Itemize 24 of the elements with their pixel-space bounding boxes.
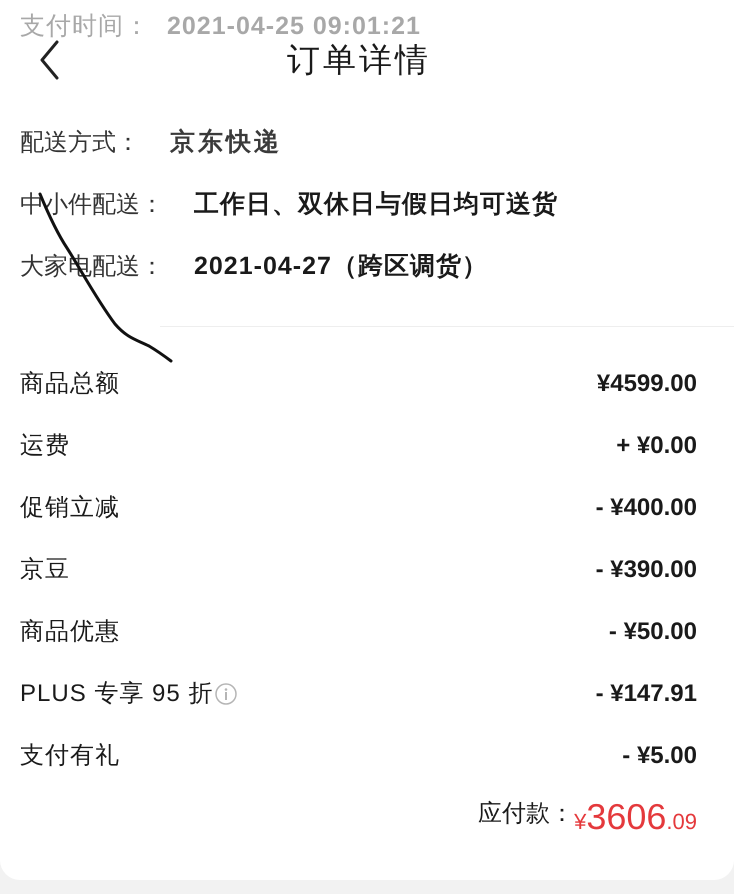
charge-amount: - ¥50.00 — [608, 617, 697, 647]
charge-label: 运费 — [20, 431, 70, 461]
charge-label: 商品总额 — [20, 369, 120, 399]
charge-amount: - ¥5.00 — [622, 741, 697, 771]
charge-label: 京豆 — [20, 555, 70, 585]
charge-amount: - ¥390.00 — [596, 555, 697, 585]
charge-amount: ¥4599.00 — [596, 369, 697, 399]
total-label: 应付款： — [478, 799, 574, 827]
charge-label: 促销立减 — [20, 493, 120, 523]
charge-amount: - ¥147.91 — [596, 679, 697, 709]
payment-time-value: 2021-04-25 09:01:21 — [167, 11, 421, 42]
total-amount: ¥3606.09 — [574, 799, 697, 835]
delivery-value: 京东快递 — [170, 127, 282, 158]
charge-amount: - ¥400.00 — [596, 493, 697, 523]
delivery-value: 2021-04-27（跨区调货） — [194, 251, 488, 282]
payment-time-label: 支付时间： — [20, 11, 151, 42]
charge-label: 商品优惠 — [20, 617, 120, 647]
back-icon[interactable] — [38, 40, 60, 80]
charge-label: 支付有礼 — [20, 741, 120, 771]
charge-amount: + ¥0.00 — [616, 431, 697, 461]
delivery-value: 工作日、双休日与假日均可送货 — [194, 189, 558, 220]
charge-label: PLUS 专享 95 折 — [20, 679, 214, 709]
page-title: 订单详情 — [287, 40, 431, 80]
delivery-label: 配送方式： — [20, 128, 140, 158]
